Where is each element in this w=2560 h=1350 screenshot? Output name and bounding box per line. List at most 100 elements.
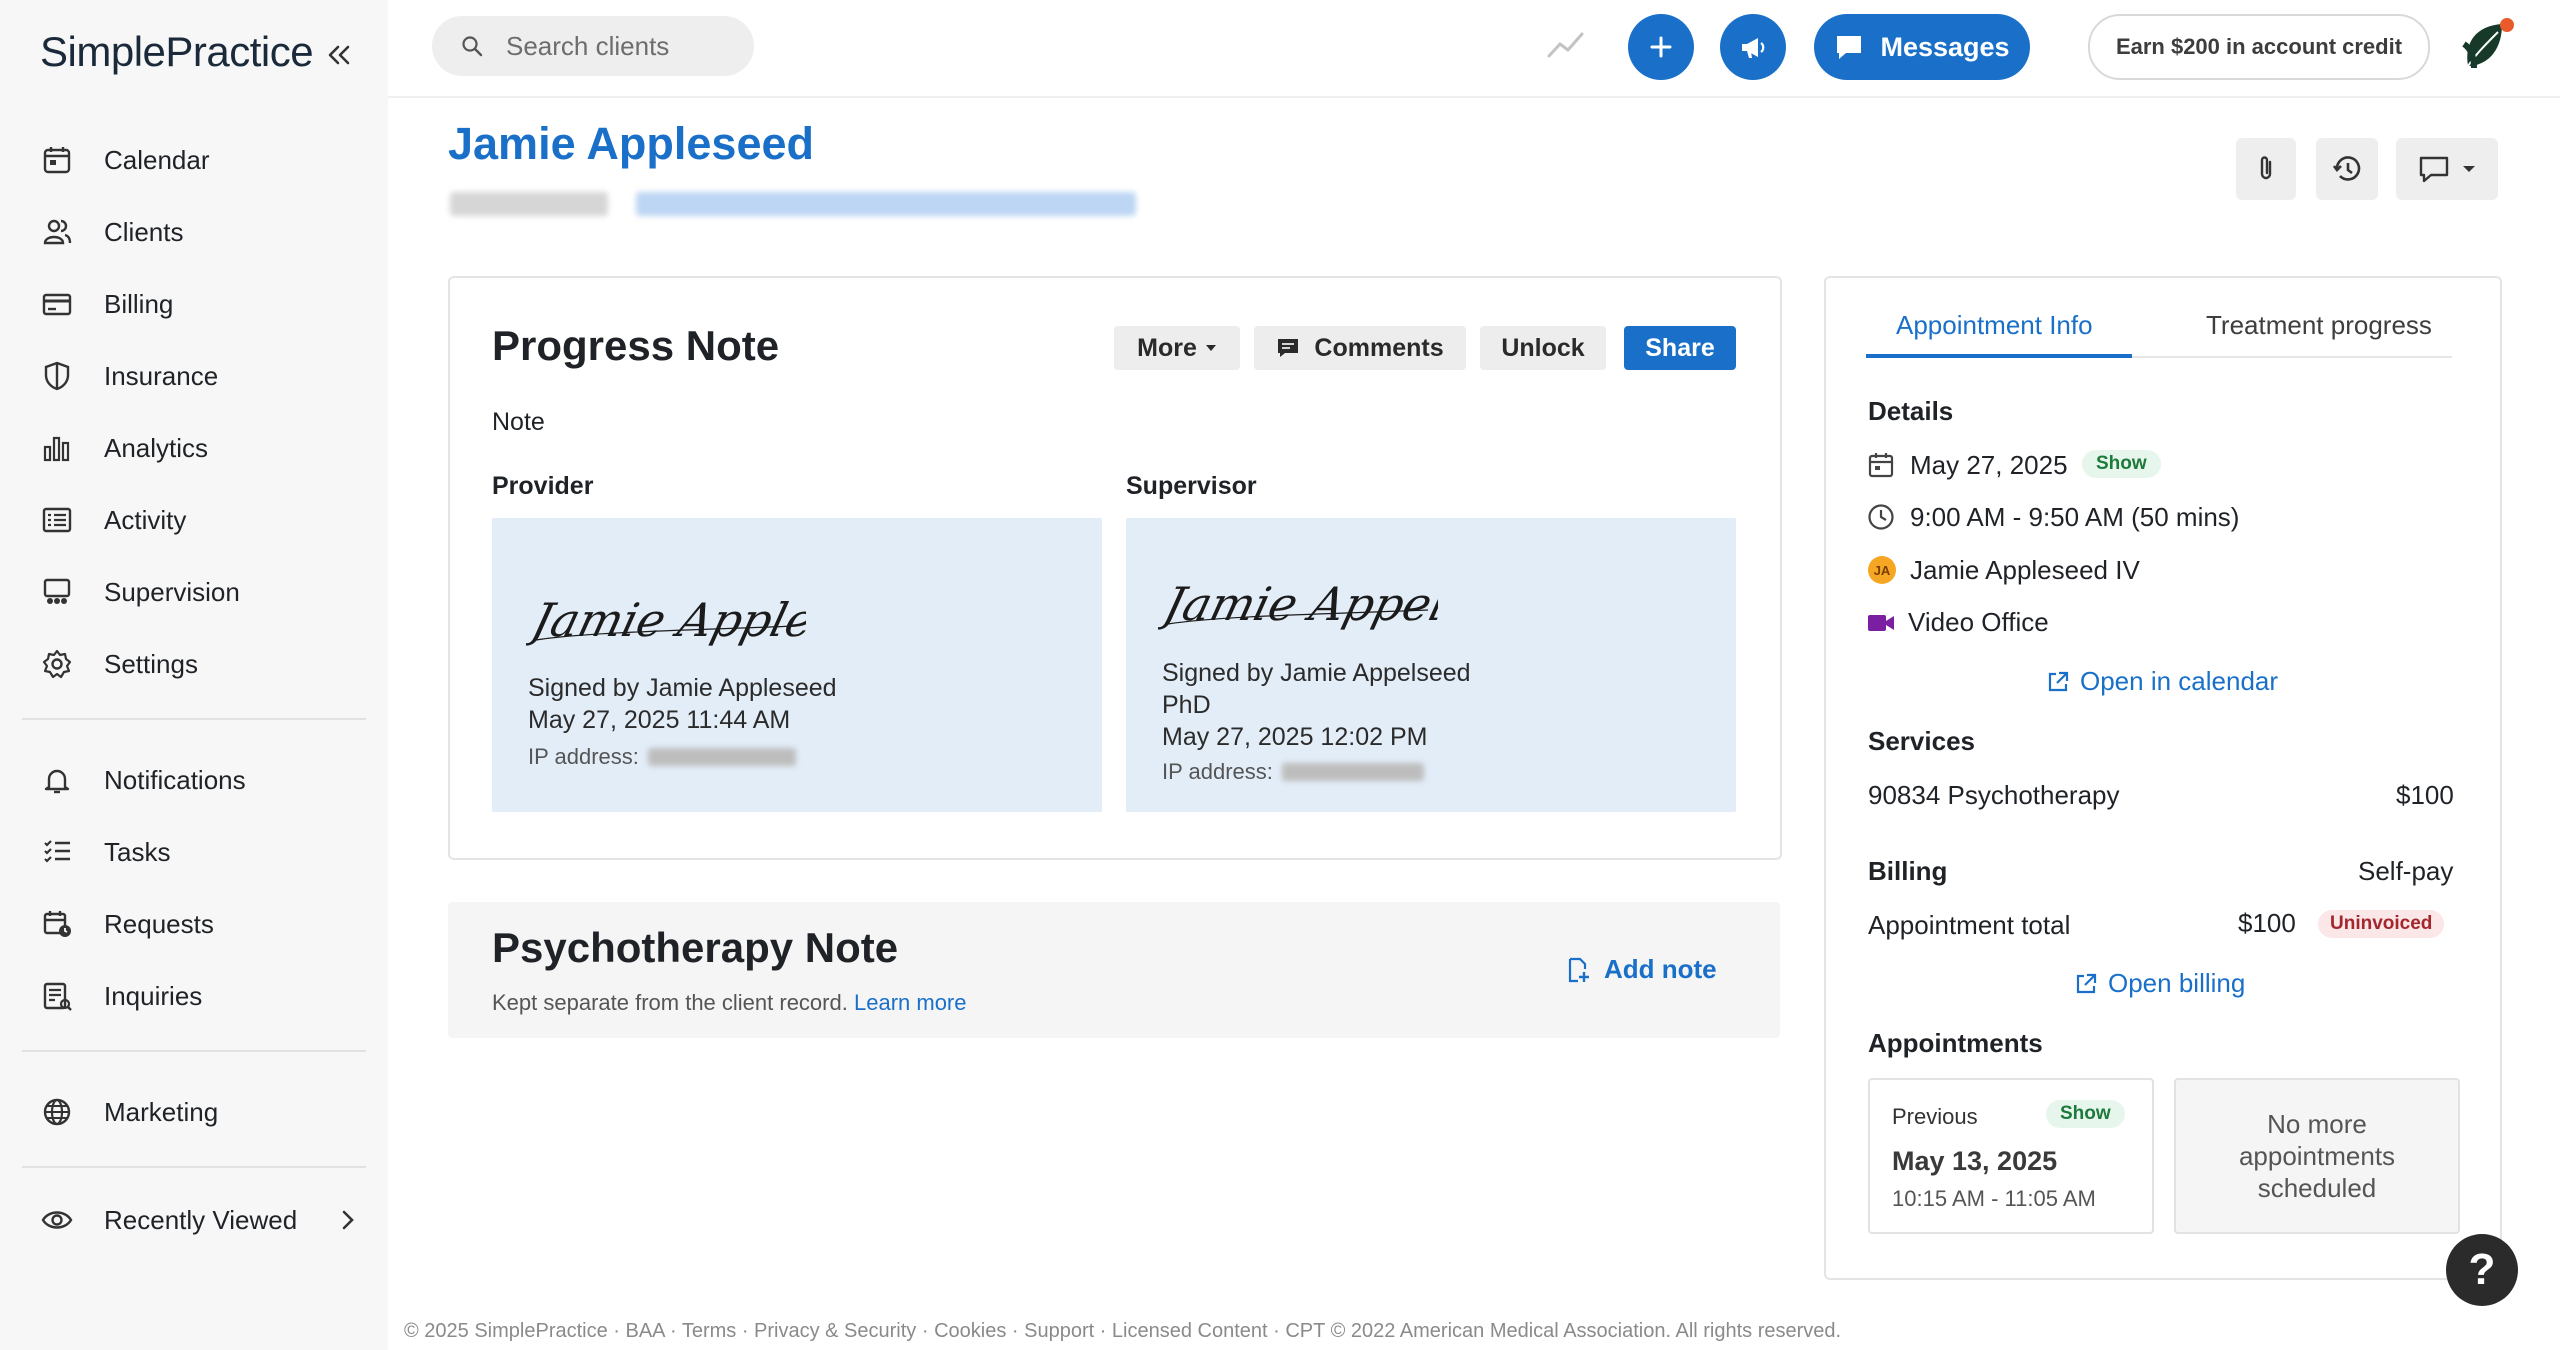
supervision-icon [40, 575, 74, 609]
trend-icon[interactable] [1546, 28, 1586, 62]
comments-button[interactable]: Comments [1254, 326, 1466, 370]
sidebar-item-insurance[interactable]: Insurance [40, 348, 360, 404]
unlock-button[interactable]: Unlock [1480, 326, 1606, 370]
clients-icon [40, 215, 74, 249]
chat-bubble-icon [1834, 33, 1880, 61]
appointment-location: Video Office [1908, 607, 2049, 637]
help-button[interactable]: ? [2446, 1234, 2518, 1306]
search-box[interactable] [432, 16, 754, 76]
redacted-info [636, 192, 1136, 216]
caret-down-icon [1205, 344, 1217, 352]
client-avatar: JA [1868, 556, 1896, 584]
profile-avatar[interactable] [2454, 14, 2520, 80]
appointment-total: $100 [2238, 908, 2296, 938]
sidebar-item-label: Activity [104, 504, 187, 535]
sidebar-item-marketing[interactable]: Marketing [40, 1084, 360, 1140]
client-name[interactable]: Jamie Appleseed [448, 118, 814, 170]
sidebar-item-clients[interactable]: Clients [40, 204, 360, 260]
sidebar-item-label: Supervision [104, 576, 240, 607]
provider-signed-at: May 27, 2025 11:44 AM [528, 706, 791, 734]
previous-label: Previous [1892, 1104, 1978, 1129]
plus-icon [1648, 34, 1674, 60]
appointment-date: May 27, 2025 [1910, 450, 2068, 480]
sidebar-item-label: Tasks [104, 836, 171, 867]
sidebar-item-settings[interactable]: Settings [40, 636, 360, 692]
sidebar-item-requests[interactable]: Requests [40, 896, 360, 952]
external-link-icon [2046, 670, 2080, 694]
clock-icon [1866, 502, 1896, 532]
sidebar-divider [22, 1166, 366, 1168]
messages-button[interactable]: Messages [1814, 14, 2030, 80]
learn-more-link[interactable]: Learn more [854, 990, 967, 1015]
sidebar-item-billing[interactable]: Billing [40, 276, 360, 332]
share-button[interactable]: Share [1624, 326, 1736, 370]
comment-menu-button[interactable] [2396, 138, 2498, 200]
history-button[interactable] [2316, 138, 2378, 200]
sidebar-item-label: Recently Viewed [104, 1204, 298, 1235]
earn-credit-button[interactable]: Earn $200 in account credit [2088, 14, 2430, 80]
status-badge: Show [2046, 1100, 2125, 1128]
appointments-heading: Appointments [1868, 1028, 2043, 1058]
sidebar-item-label: Marketing [104, 1096, 219, 1127]
svg-text:Jamie Appleseed: Jamie Appleseed [526, 595, 806, 648]
supervisor-signed-at: May 27, 2025 12:02 PM [1162, 723, 1428, 751]
requests-icon [40, 907, 74, 941]
provider-ip-label: IP address: [528, 744, 639, 769]
no-more-appointments-card: No more appointments scheduled [2174, 1078, 2460, 1234]
more-button[interactable]: More [1114, 326, 1240, 370]
tab-treatment-progress[interactable]: Treatment progress [2206, 310, 2432, 341]
footer: © 2025 SimplePractice · BAA · Terms · Pr… [404, 1320, 1842, 1342]
history-icon [2331, 153, 2363, 185]
open-billing-label: Open billing [2108, 968, 2246, 998]
sidebar-item-label: Calendar [104, 144, 210, 175]
add-note-label: Add note [1604, 954, 1717, 984]
bell-icon [40, 763, 74, 797]
sidebar-item-analytics[interactable]: Analytics [40, 420, 360, 476]
inquiries-icon [40, 979, 74, 1013]
caret-down-icon [2462, 164, 2476, 174]
svg-text:Jamie Appelseed: Jamie Appelseed [1158, 579, 1438, 632]
announcements-button[interactable] [1720, 14, 1786, 80]
collapse-sidebar-icon[interactable] [322, 38, 356, 72]
open-calendar-label: Open in calendar [2080, 666, 2279, 696]
appointment-client[interactable]: Jamie Appleseed IV [1910, 555, 2140, 586]
app-logo[interactable]: SimplePractice [40, 28, 314, 76]
open-calendar-link[interactable]: Open in calendar [2046, 666, 2278, 697]
service-price: $100 [2396, 780, 2454, 810]
billing-icon [40, 287, 74, 321]
search-icon [460, 34, 484, 58]
calendar-icon [40, 143, 74, 177]
sidebar-item-supervision[interactable]: Supervision [40, 564, 360, 620]
invoice-status-badge: Uninvoiced [2318, 910, 2445, 938]
tab-appointment-info[interactable]: Appointment Info [1896, 310, 2093, 341]
sidebar: SimplePractice Calendar Clients Billing … [0, 0, 388, 1350]
sidebar-divider [22, 1050, 366, 1052]
eye-icon [40, 1203, 74, 1237]
sidebar-item-activity[interactable]: Activity [40, 492, 360, 548]
search-input[interactable] [504, 29, 738, 63]
add-note-button[interactable]: Add note [1566, 954, 1717, 985]
sidebar-item-recently-viewed[interactable]: Recently Viewed [40, 1192, 360, 1248]
sidebar-item-label: Clients [104, 216, 184, 247]
add-button[interactable] [1628, 14, 1694, 80]
open-billing-link[interactable]: Open billing [2074, 968, 2245, 999]
messages-label: Messages [1880, 31, 2010, 62]
supervisor-signature-image: Jamie Appelseed [1158, 554, 1438, 644]
appointment-total-label: Appointment total [1868, 910, 2071, 940]
sidebar-item-tasks[interactable]: Tasks [40, 824, 360, 880]
sidebar-item-label: Settings [104, 648, 198, 679]
sidebar-item-label: Insurance [104, 360, 219, 391]
chevron-right-icon[interactable] [336, 1208, 360, 1232]
sidebar-item-label: Notifications [104, 764, 246, 795]
sidebar-item-notifications[interactable]: Notifications [40, 752, 360, 808]
attachment-button[interactable] [2236, 138, 2296, 200]
bar-chart-icon [40, 431, 74, 465]
calendar-icon [1866, 450, 1896, 480]
sidebar-item-calendar[interactable]: Calendar [40, 132, 360, 188]
psychotherapy-subtitle-text: Kept separate from the client record. [492, 990, 848, 1015]
note-type: Note [492, 408, 545, 436]
details-heading: Details [1868, 396, 1954, 426]
sidebar-item-inquiries[interactable]: Inquiries [40, 968, 360, 1024]
previous-appointment-card[interactable]: Previous Show May 13, 2025 10:15 AM - 11… [1868, 1078, 2154, 1234]
sidebar-item-label: Requests [104, 908, 214, 939]
